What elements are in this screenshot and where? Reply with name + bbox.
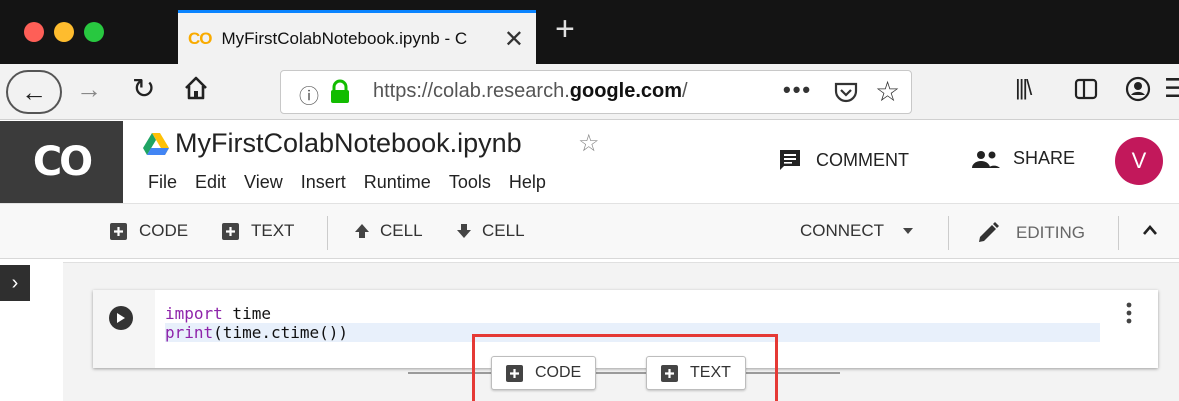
reload-icon: ↻ (132, 73, 156, 104)
page-actions-menu-icon[interactable]: ••• (783, 77, 812, 103)
menu-insert[interactable]: Insert (301, 172, 346, 193)
comment-button[interactable]: COMMENT (778, 148, 909, 172)
star-notebook-icon[interactable]: ☆ (578, 129, 600, 158)
star-icon[interactable]: ☆ (875, 75, 900, 108)
cell-more-options-icon[interactable] (1126, 302, 1132, 324)
url-text: https://colab.research.google.com/ (373, 80, 688, 102)
menu-button[interactable]: ☰ (1164, 73, 1179, 104)
people-icon (972, 150, 1000, 168)
code-label: CODE (139, 221, 189, 240)
menu-view[interactable]: View (244, 172, 283, 193)
account-icon (1125, 76, 1151, 102)
pencil-icon (979, 222, 999, 242)
colab-header: MyFirstColabNotebook.ipynb ☆ File Edit V… (123, 121, 1179, 203)
menu-bar: File Edit View Insert Runtime Tools Help (148, 172, 564, 193)
run-cell-button[interactable] (109, 306, 133, 330)
tab-title: MyFirstColabNotebook.ipynb - C (221, 28, 468, 48)
forward-button[interactable]: → (76, 74, 102, 105)
editing-label: EDITING (1016, 223, 1085, 242)
move-cell-up-button[interactable]: CELL (354, 221, 423, 241)
url-bar[interactable]: ⓘ https://colab.research.google.com/ •••… (280, 70, 912, 114)
connect-button[interactable]: CONNECT (800, 221, 914, 241)
colab-favicon-icon: CO (188, 28, 212, 48)
cell-up-label: CELL (380, 221, 423, 240)
browser-tab[interactable]: CO MyFirstColabNotebook.ipynb - C ✕ (178, 10, 536, 64)
library-button[interactable]: |||\ (1015, 75, 1032, 101)
plus-box-icon (110, 222, 127, 240)
home-button[interactable] (182, 74, 210, 102)
plus-box-icon (222, 222, 239, 240)
avatar[interactable]: V (1115, 137, 1163, 185)
account-button[interactable] (1125, 76, 1151, 102)
arrow-up-icon (355, 224, 369, 238)
arrow-right-icon: → (76, 74, 102, 104)
pocket-icon[interactable] (833, 79, 859, 105)
menu-help[interactable]: Help (509, 172, 546, 193)
browser-nav-bar: ← → ↻ ⓘ https://colab.research.google.co… (0, 64, 1179, 120)
comment-label: COMMENT (816, 149, 909, 170)
collapse-header-button[interactable] (1142, 224, 1158, 236)
add-code-cell-button[interactable]: CODE (110, 221, 188, 241)
browser-tab-bar: CO MyFirstColabNotebook.ipynb - C ✕ + (0, 0, 1179, 64)
lock-icon (331, 79, 349, 103)
text-label: TEXT (251, 221, 295, 240)
sidebar-toggle-button[interactable]: › (0, 265, 30, 301)
connect-label: CONNECT (800, 221, 885, 240)
hamburger-icon: ☰ (1164, 73, 1179, 103)
new-tab-button[interactable]: + (555, 12, 575, 46)
move-cell-down-button[interactable]: CELL (456, 221, 525, 241)
toolbar-divider (948, 216, 949, 250)
reload-button[interactable]: ↻ (132, 72, 155, 105)
back-button[interactable]: ← (6, 70, 62, 114)
library-icon: |||\ (1015, 75, 1032, 100)
menu-tools[interactable]: Tools (449, 172, 491, 193)
add-text-cell-button[interactable]: TEXT (222, 221, 294, 241)
toolbar-divider (327, 216, 328, 250)
colab-logo[interactable]: CO (0, 121, 123, 203)
share-label: SHARE (1013, 148, 1076, 168)
chevron-up-icon (1143, 225, 1157, 235)
close-window-button[interactable] (24, 22, 44, 42)
cell-down-label: CELL (482, 221, 525, 240)
home-icon (185, 76, 207, 100)
notebook-title[interactable]: MyFirstColabNotebook.ipynb (175, 128, 522, 159)
arrow-down-icon (457, 224, 471, 238)
notebook-toolbar: CODE TEXT CELL CELL CONNECT EDITING (0, 203, 1179, 259)
share-button[interactable]: SHARE (971, 148, 1075, 169)
comment-icon (780, 150, 800, 170)
dropdown-arrow-icon (903, 228, 914, 234)
site-info-icon[interactable]: ⓘ (299, 80, 319, 109)
menu-edit[interactable]: Edit (195, 172, 226, 193)
editing-mode-button[interactable]: EDITING (976, 221, 1085, 245)
menu-file[interactable]: File (148, 172, 177, 193)
toolbar-divider (1118, 216, 1119, 250)
annotation-highlight-box (472, 334, 778, 401)
tab-close-icon[interactable]: ✕ (504, 25, 524, 54)
google-drive-icon (143, 133, 169, 155)
minimize-window-button[interactable] (54, 22, 74, 42)
sidebar-button[interactable] (1074, 78, 1098, 100)
play-icon (117, 313, 125, 323)
colab-logo-text: CO (32, 139, 93, 185)
maximize-window-button[interactable] (84, 22, 104, 42)
arrow-left-icon: ← (21, 76, 47, 107)
sidebar-icon (1074, 78, 1098, 100)
menu-runtime[interactable]: Runtime (364, 172, 431, 193)
code-line: import time (165, 304, 271, 323)
chevron-right-icon: › (11, 271, 19, 294)
